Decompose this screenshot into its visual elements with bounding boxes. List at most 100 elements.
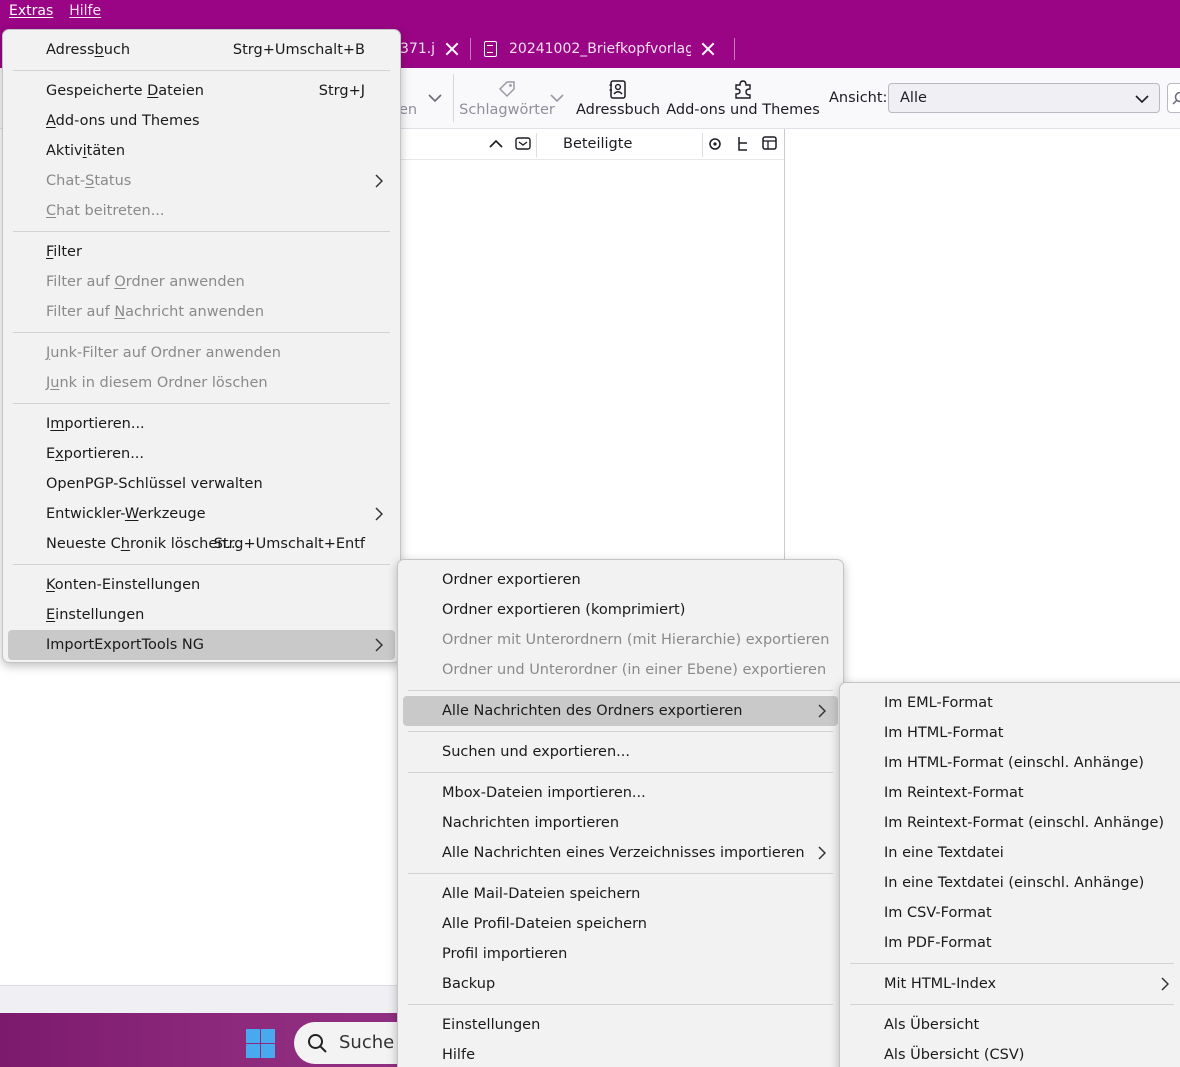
openpgp-keys-item[interactable]: OpenPGP-Schlüssel verwalten — [8, 469, 395, 499]
importexporttools-item[interactable]: ImportExportTools NG — [8, 630, 395, 660]
export-single-textfile-item[interactable]: In eine Textdatei — [845, 838, 1180, 868]
chevron-right-icon — [1161, 977, 1169, 991]
apply-filter-folder-item: Filter auf Ordner anwenden — [8, 267, 395, 297]
view-label: Ansicht: — [829, 90, 888, 106]
menu-item-label: Ordner exportieren (komprimiert) — [442, 602, 686, 618]
toolbar-partial-button[interactable]: en — [400, 68, 416, 128]
import-messages-item[interactable]: Nachrichten importieren — [403, 808, 838, 838]
menu-item-shortcut: Strg+Umschalt+Entf — [213, 536, 365, 552]
backup-item[interactable]: Backup — [403, 969, 838, 999]
menu-item-label: Hilfe — [442, 1047, 475, 1063]
export-single-textfile-attachments-item[interactable]: In eine Textdatei (einschl. Anhänge) — [845, 868, 1180, 898]
menu-item-label: Im PDF-Format — [884, 935, 992, 951]
menu-hilfe[interactable]: Hilfe — [60, 0, 108, 24]
search-export-item[interactable]: Suchen und exportieren... — [403, 737, 838, 767]
menu-separator — [408, 1004, 833, 1005]
addons-button[interactable]: Add-ons und Themes — [666, 68, 820, 128]
view-select[interactable]: Alle — [888, 83, 1160, 113]
menu-item-label: Entwickler-Werkzeuge — [46, 506, 206, 522]
menu-separator — [13, 231, 390, 232]
export-folder-hierarchy-item: Ordner mit Unterordnern (mit Hierarchie)… — [403, 625, 838, 655]
iet-help-item[interactable]: Hilfe — [403, 1040, 838, 1067]
import-profile-item[interactable]: Profil importieren — [403, 939, 838, 969]
export-html-item[interactable]: Im HTML-Format — [845, 718, 1180, 748]
export-item[interactable]: Exportieren... — [8, 439, 395, 469]
export-overview-item[interactable]: Als Übersicht — [845, 1010, 1180, 1040]
junk-filter-folder-item: Junk-Filter auf Ordner anwenden — [8, 338, 395, 368]
chevron-down-icon[interactable] — [550, 93, 564, 103]
import-item[interactable]: Importieren... — [8, 409, 395, 439]
tab-partial[interactable]: 371.j — [400, 34, 462, 64]
menu-item-label: Backup — [442, 976, 496, 992]
thread-icon[interactable] — [736, 136, 750, 152]
chevron-down-icon[interactable] — [428, 93, 442, 103]
import-mbox-item[interactable]: Mbox-Dateien importieren... — [403, 778, 838, 808]
menu-item-label: Adressbuch — [46, 42, 131, 58]
toolbar-divider — [453, 74, 454, 122]
chevron-right-icon — [375, 507, 383, 521]
clear-history-item[interactable]: Neueste Chronik löschen... Strg+Umschalt+… — [8, 529, 395, 559]
chevron-right-icon — [818, 846, 826, 860]
menu-item-label: Als Übersicht (CSV) — [884, 1047, 1025, 1063]
export-html-attachments-item[interactable]: Im HTML-Format (einschl. Anhänge) — [845, 748, 1180, 778]
menu-item-label: Im Reintext-Format — [884, 785, 1024, 801]
menu-item-label: Mbox-Dateien importieren... — [442, 785, 646, 801]
account-settings-item[interactable]: Konten-Einstellungen — [8, 570, 395, 600]
export-all-messages-item[interactable]: Alle Nachrichten des Ordners exportieren — [403, 696, 838, 726]
close-icon[interactable] — [445, 42, 459, 56]
addressbook-icon — [609, 80, 626, 99]
column-divider[interactable] — [536, 133, 537, 157]
sort-ascending-icon[interactable] — [489, 139, 503, 149]
column-divider[interactable] — [702, 133, 703, 157]
developer-tools-item[interactable]: Entwickler-Werkzeuge — [8, 499, 395, 529]
export-plaintext-item[interactable]: Im Reintext-Format — [845, 778, 1180, 808]
save-mail-files-item[interactable]: Alle Mail-Dateien speichern — [403, 879, 838, 909]
export-csv-item[interactable]: Im CSV-Format — [845, 898, 1180, 928]
menu-item-label: Im Reintext-Format (einschl. Anhänge) — [884, 815, 1165, 831]
menu-item-label: Alle Profil-Dateien speichern — [442, 916, 647, 932]
attachment-column-icon[interactable] — [515, 137, 531, 151]
save-profile-files-item[interactable]: Alle Profil-Dateien speichern — [403, 909, 838, 939]
activities-item[interactable]: Aktivitäten — [8, 136, 395, 166]
import-directory-item[interactable]: Alle Nachrichten eines Verzeichnisses im… — [403, 838, 838, 868]
menu-extras[interactable]: Extras — [0, 0, 60, 24]
menu-item-label: Alle Nachrichten eines Verzeichnisses im… — [442, 845, 805, 861]
settings-item[interactable]: Einstellungen — [8, 600, 395, 630]
windows-start-icon[interactable] — [246, 1029, 276, 1059]
export-overview-csv-item[interactable]: Als Übersicht (CSV) — [845, 1040, 1180, 1067]
export-folder-item[interactable]: Ordner exportieren — [403, 565, 838, 595]
menu-item-label: Filter auf Ordner anwenden — [46, 274, 245, 290]
close-icon[interactable] — [701, 42, 715, 56]
export-html-index-item[interactable]: Mit HTML-Index — [845, 969, 1180, 999]
export-folder-zipped-item[interactable]: Ordner exportieren (komprimiert) — [403, 595, 838, 625]
column-participants[interactable]: Beteiligte — [563, 136, 632, 152]
menu-item-label: Ordner mit Unterordnern (mit Hierarchie)… — [442, 632, 830, 648]
column-picker-icon[interactable] — [762, 136, 777, 150]
pane-splitter[interactable] — [784, 129, 785, 559]
read-status-icon[interactable] — [708, 137, 722, 151]
export-folder-flat-item: Ordner und Unterordner (in einer Ebene) … — [403, 655, 838, 685]
menu-item-shortcut: Strg+Umschalt+B — [232, 42, 365, 58]
chevron-right-icon — [375, 638, 383, 652]
tab-briefkopfvorlage[interactable]: 20241002_Briefkopfvorlage_ — [484, 34, 724, 64]
menu-separator — [408, 873, 833, 874]
filter-item[interactable]: Filter — [8, 237, 395, 267]
puzzle-icon — [735, 80, 751, 99]
addressbook-button[interactable]: Adressbuch — [576, 68, 660, 128]
iet-settings-item[interactable]: Einstellungen — [403, 1010, 838, 1040]
menu-item-label: Als Übersicht — [884, 1017, 980, 1033]
importexporttools-submenu: Ordner exportieren Ordner exportieren (ko… — [397, 559, 844, 1067]
menu-item-label: Neueste Chronik löschen... — [46, 536, 241, 552]
saved-files-item[interactable]: Gespeicherte Dateien Strg+J — [8, 76, 395, 106]
menu-item-label: Suchen und exportieren... — [442, 744, 630, 760]
tags-button[interactable]: Schlagwörter — [459, 68, 555, 128]
addressbook-item[interactable]: Adressbuch Strg+Umschalt+B — [8, 35, 395, 65]
view-select-value: Alle — [900, 90, 927, 106]
export-plaintext-attachments-item[interactable]: Im Reintext-Format (einschl. Anhänge) — [845, 808, 1180, 838]
menu-separator — [850, 1004, 1174, 1005]
quick-filter-search[interactable] — [1167, 83, 1180, 113]
export-pdf-item[interactable]: Im PDF-Format — [845, 928, 1180, 958]
addons-themes-item[interactable]: Add-ons und Themes — [8, 106, 395, 136]
export-eml-item[interactable]: Im EML-Format — [845, 688, 1180, 718]
menu-item-label: Ordner und Unterordner (in einer Ebene) … — [442, 662, 827, 678]
